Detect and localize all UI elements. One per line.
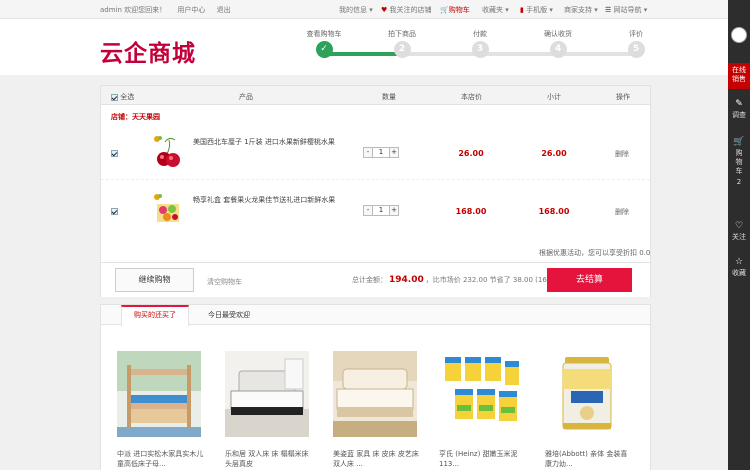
header: 云企商城 查看购物车 ✓ 拍下商品 2 付款 3 确认收货 4 评价 5 [0, 19, 728, 75]
mobile-link[interactable]: ▮ 手机版 ▾ [520, 5, 553, 15]
merchant-support-link[interactable]: 商家支持 ▾ [564, 5, 598, 15]
avatar[interactable] [731, 27, 747, 43]
subtotal: 168.00 [538, 207, 570, 216]
my-info-link[interactable]: 我的信息 ▾ [339, 5, 373, 15]
recommendation-tabs: 购买的还买了 今日最受欢迎 [101, 305, 650, 326]
decrease-button[interactable]: - [363, 147, 373, 158]
heart-icon: ♥ [381, 6, 388, 14]
top-bar-left: admin 欢迎您回来！ 用户中心 退出 [100, 5, 240, 15]
recommend-caption[interactable]: 乐和居 双人床 床 榻榻米床 头层真皮 [225, 449, 313, 469]
user-greeting: admin 欢迎您回来！ [100, 6, 167, 14]
cart-row: 美国西北车厘子 1斤装 进口水果新鲜樱桃水果 -1 + 26.00 26.00 删… [101, 128, 650, 180]
recommend-caption[interactable]: 中派 进口实松木家具实木儿童高低床子母... [117, 449, 205, 469]
col-product: 产品 [239, 93, 253, 101]
cart-icon: 🛒 [440, 6, 449, 14]
progress-segment [402, 52, 636, 56]
recommend-item[interactable]: 雅培(Abbott) 亲体 金装喜康力幼... [545, 351, 633, 469]
col-price: 本店价 [461, 93, 482, 101]
col-subtotal: 小计 [547, 93, 561, 101]
cart-panel: 全选 产品 数量 本店价 小计 操作 店铺：天天果园 美国西北车厘子 1斤装 进… [100, 85, 651, 297]
shop-name[interactable]: 店铺：天天果园 [111, 112, 160, 122]
increase-button[interactable]: + [389, 147, 399, 158]
quantity-input[interactable]: 1 [373, 205, 389, 216]
quantity-stepper[interactable]: -1 + [363, 147, 399, 158]
cart-totals: 总计金额： 194.00 ，比市场价 232.00 节省了 38.00 (16%) [352, 275, 557, 285]
product-image-baby-food-jars[interactable] [439, 351, 523, 437]
item-checkbox[interactable] [111, 150, 118, 157]
online-sales-button[interactable]: 在线 销售 [728, 63, 750, 89]
product-image-fruit-box[interactable] [151, 192, 185, 228]
followed-shops-link[interactable]: ♥ 我关注的店铺 [381, 5, 432, 15]
logout-link[interactable]: 退出 [217, 6, 231, 14]
delete-link[interactable]: 删除 [615, 207, 629, 217]
favorites-link[interactable]: 收藏夹 ▾ [482, 5, 509, 15]
checkout-button[interactable]: 去结算 [547, 268, 632, 292]
recommend-item[interactable]: 美姿蓝 家具 床 皮床 皮艺床 双人床 ... [333, 351, 421, 469]
recommend-caption[interactable]: 美姿蓝 家具 床 皮床 皮艺床 双人床 ... [333, 449, 421, 469]
product-image-leather-bed-beige[interactable] [333, 351, 417, 437]
site-logo[interactable]: 云企商城 [100, 34, 196, 68]
delete-link[interactable]: 删除 [615, 149, 629, 159]
recommend-item[interactable]: 乐和居 双人床 床 榻榻米床 头层真皮 [225, 351, 313, 469]
unit-price: 168.00 [455, 207, 487, 216]
survey-button[interactable]: ✎ 调查 [728, 100, 750, 120]
site-nav-link[interactable]: ☰ 网站导航 ▾ [605, 5, 647, 15]
col-qty: 数量 [382, 93, 396, 101]
recommendations-panel: 购买的还买了 今日最受欢迎 中派 进口实松木家具实木儿童高低床子母... 乐和居… [100, 304, 651, 470]
list-icon: ☰ [605, 6, 612, 14]
select-all-checkbox[interactable] [111, 93, 118, 101]
favorite-button[interactable]: ☆ 收藏 [728, 258, 750, 278]
step-order: 拍下商品 2 [372, 29, 432, 58]
quantity-stepper[interactable]: -1 + [363, 205, 399, 216]
decrease-button[interactable]: - [363, 205, 373, 216]
product-image-formula-can[interactable] [545, 351, 629, 437]
total-amount: 194.00 [389, 275, 424, 285]
top-bar: admin 欢迎您回来！ 用户中心 退出 我的信息 ▾ ♥ 我关注的店铺 🛒购物… [0, 0, 728, 19]
product-image-cherries[interactable] [151, 134, 185, 170]
select-all[interactable]: 全选 [111, 92, 134, 102]
cart-table-header: 全选 产品 数量 本店价 小计 操作 [101, 86, 650, 105]
phone-icon: ▮ [520, 6, 524, 14]
star-icon: ☆ [734, 257, 744, 267]
product-title[interactable]: 畅享礼盒 套餐果火龙果佳节送礼进口新鲜水果 [193, 196, 343, 205]
product-image-leather-bed[interactable] [225, 351, 309, 437]
continue-shopping-button[interactable]: 继续购物 [115, 268, 194, 292]
item-checkbox[interactable] [111, 208, 118, 215]
cart-count-badge: 2 [736, 178, 742, 186]
col-action: 操作 [616, 93, 630, 101]
right-sidebar: 在线 销售 ✎ 调查 🛒 购物车 2 ♡ 关注 ☆ 收藏 [728, 0, 750, 470]
cart-row: 畅享礼盒 套餐果火龙果佳节送礼进口新鲜水果 -1 + 168.00 168.00 … [101, 186, 650, 238]
recommend-caption[interactable]: 雅培(Abbott) 亲体 金装喜康力幼... [545, 449, 633, 469]
follow-button[interactable]: ♡ 关注 [728, 222, 750, 242]
step-view-cart: 查看购物车 ✓ [294, 29, 354, 58]
promo-note: 根据优惠活动，您可以享受折扣 0.0 [539, 249, 651, 257]
tab-also-bought[interactable]: 购买的还买了 [121, 305, 189, 326]
cart-link[interactable]: 🛒购物车 [440, 5, 470, 15]
user-center-link[interactable]: 用户中心 [177, 6, 205, 14]
step-review: 评价 5 [606, 29, 666, 58]
recommend-item[interactable]: 中派 进口实松木家具实木儿童高低床子母... [117, 351, 205, 469]
edit-icon: ✎ [735, 99, 743, 109]
tab-today-popular[interactable]: 今日最受欢迎 [195, 305, 263, 325]
unit-price: 26.00 [458, 149, 484, 158]
heart-icon: ♡ [734, 221, 744, 231]
subtotal: 26.00 [541, 149, 567, 158]
step-confirm: 确认收货 4 [528, 29, 588, 58]
cart-footer: 继续购物 清空购物车 总计金额： 194.00 ，比市场价 232.00 节省了 3… [101, 262, 650, 297]
step-pay: 付款 3 [450, 29, 510, 58]
recommend-item[interactable]: 亨氏 (Heinz) 甜嫩玉米泥 113... [439, 351, 527, 469]
increase-button[interactable]: + [389, 205, 399, 216]
quantity-input[interactable]: 1 [373, 147, 389, 158]
clear-cart-link[interactable]: 清空购物车 [207, 277, 242, 287]
cart-icon: 🛒 [733, 137, 745, 147]
product-image-bunk-bed[interactable] [117, 351, 201, 437]
sidebar-cart-button[interactable]: 🛒 购物车 2 [728, 138, 750, 187]
check-icon: ✓ [315, 41, 333, 58]
recommend-caption[interactable]: 亨氏 (Heinz) 甜嫩玉米泥 113... [439, 449, 527, 469]
product-title[interactable]: 美国西北车厘子 1斤装 进口水果新鲜樱桃水果 [193, 138, 343, 147]
